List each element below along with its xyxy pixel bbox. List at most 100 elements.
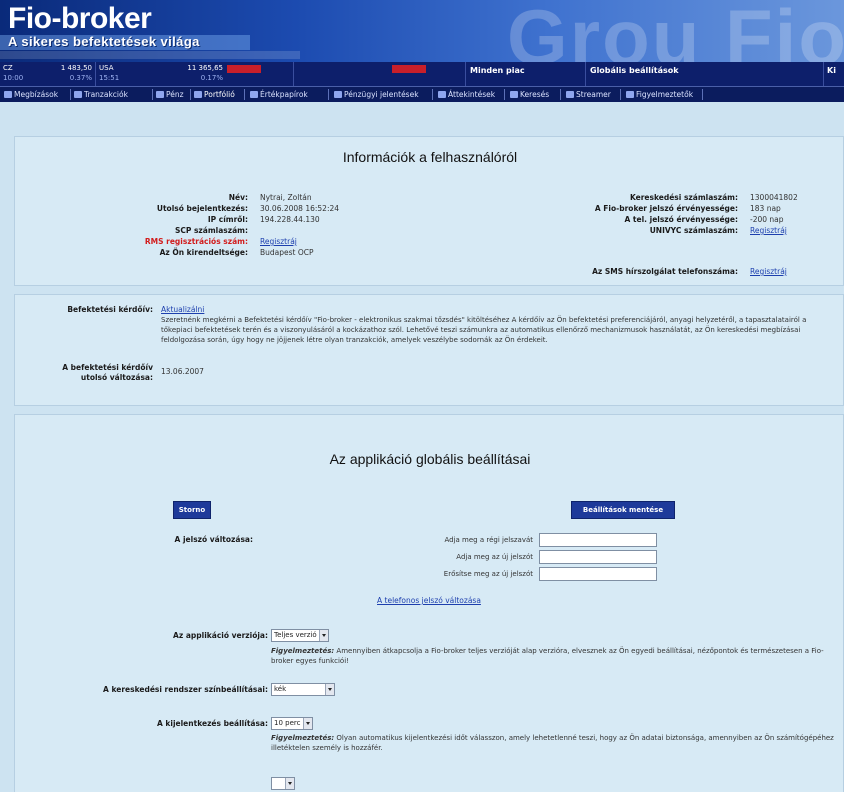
divider xyxy=(244,89,245,100)
old-password-label: Adja meg a régi jelszavát xyxy=(444,536,533,544)
reports-icon xyxy=(334,91,342,98)
password-validity-label: A Fio-broker jelszó érvényessége: xyxy=(594,204,738,213)
tab-label: Keresés xyxy=(520,90,550,99)
tab-portfolio[interactable]: Portfólió xyxy=(192,88,235,101)
ticker-bar: CZ 10:00 1 483,50 0.37% USA 15:51 11 365… xyxy=(0,62,844,86)
slogan: A sikeres befektetések világa xyxy=(8,34,200,49)
ticker-usa-time: 15:51 xyxy=(99,74,120,82)
confirm-password-input[interactable] xyxy=(539,567,657,581)
questionnaire-label: Befektetési kérdőív: xyxy=(67,305,153,314)
branch-value: Budapest OCP xyxy=(260,248,314,257)
chevron-down-icon xyxy=(303,718,312,729)
univyc-register-link[interactable]: Regisztráj xyxy=(750,226,787,235)
orders-icon xyxy=(4,91,12,98)
ticker-usa[interactable]: USA 15:51 11 365,65 0.17% xyxy=(96,62,294,86)
old-password-input[interactable] xyxy=(539,533,657,547)
questionnaire-last-change-value: 13.06.2007 xyxy=(161,367,204,376)
rms-register-link[interactable]: Regisztráj xyxy=(260,237,297,246)
banner-watermark: Grou Fio xyxy=(507,0,844,62)
overview-icon xyxy=(438,91,446,98)
questionnaire-last-change-label-2: utolsó változása: xyxy=(80,373,153,382)
divider xyxy=(560,89,561,100)
divider xyxy=(152,89,153,100)
questionnaire-update-link[interactable]: Aktualizálni xyxy=(161,305,204,314)
portfolio-icon xyxy=(194,91,202,98)
ip-label: IP címről: xyxy=(207,215,248,224)
partial-select[interactable] xyxy=(271,777,295,790)
market-selector[interactable]: Minden piac xyxy=(466,62,586,86)
logo[interactable]: Fio-broker xyxy=(8,2,152,36)
password-change-label: A jelszó változása: xyxy=(174,535,253,544)
divider xyxy=(190,89,191,100)
ticker-red-indicator-2 xyxy=(392,65,426,73)
chevron-down-icon xyxy=(325,684,334,695)
last-login-value: 30.06.2008 16:52:24 xyxy=(260,204,340,213)
tab-search[interactable]: Keresés xyxy=(508,88,549,101)
divider xyxy=(432,89,433,100)
global-settings-panel: Az applikáció globális beállításai Storn… xyxy=(14,414,844,792)
user-info-title: Információk a felhasználóról xyxy=(342,149,518,165)
ticker-cz-value: 1 483,50 xyxy=(60,64,92,72)
tab-securities[interactable]: Értékpapírok xyxy=(248,88,308,101)
tab-transactions[interactable]: Tranzakciók xyxy=(72,88,128,101)
securities-icon xyxy=(250,91,258,98)
tab-orders[interactable]: Megbízások xyxy=(2,88,58,101)
global-settings-link[interactable]: Globális beállítások xyxy=(586,62,824,86)
last-login-label: Utolsó bejelentkezés: xyxy=(156,204,248,213)
storno-button[interactable]: Storno xyxy=(173,501,211,519)
color-settings-select[interactable]: kék xyxy=(271,683,335,696)
tab-overviews[interactable]: Áttekintések xyxy=(436,88,495,101)
new-password-label: Adja meg az új jelszót xyxy=(456,553,533,561)
confirm-password-label: Erősítse meg az új jelszót xyxy=(443,570,533,578)
tel-password-validity-value: -200 nap xyxy=(750,215,784,224)
content-area: Információk a felhasználóról Név: Nytrai… xyxy=(0,102,844,792)
sms-register-link[interactable]: Regisztráj xyxy=(750,267,787,276)
version-warning-text: Amennyiben átkapcsolja a Fio-broker telj… xyxy=(271,647,824,665)
password-validity-value: 183 nap xyxy=(750,204,781,213)
divider xyxy=(702,89,703,100)
streamer-icon xyxy=(566,91,574,98)
tab-label: Pénz xyxy=(166,90,184,99)
questionnaire-panel: Befektetési kérdőív: Aktualizálni Szeret… xyxy=(14,294,844,406)
ip-value: 194.228.44.130 xyxy=(260,215,320,224)
tab-label: Értékpapírok xyxy=(260,90,308,99)
color-settings-value: kék xyxy=(274,685,287,693)
divider xyxy=(328,89,329,100)
logout-link[interactable]: Ki xyxy=(824,62,844,86)
search-icon xyxy=(510,91,518,98)
tab-money[interactable]: Pénz xyxy=(154,88,184,101)
tab-label: Tranzakciók xyxy=(84,90,128,99)
divider xyxy=(620,89,621,100)
app-version-label: Az applikáció verziója: xyxy=(173,631,268,640)
ticker-usa-label: USA xyxy=(99,64,114,72)
univyc-label: UNIVYC számlaszám: xyxy=(649,226,738,235)
ticker-cz-time: 10:00 xyxy=(3,74,24,82)
name-value: Nytrai, Zoltán xyxy=(260,193,312,202)
ticker-cz[interactable]: CZ 10:00 1 483,50 0.37% xyxy=(0,62,96,86)
new-password-input[interactable] xyxy=(539,550,657,564)
save-settings-button[interactable]: Beállítások mentése xyxy=(571,501,675,519)
tab-label: Portfólió xyxy=(204,90,235,99)
ticker-cz-change: 0.37% xyxy=(69,74,92,82)
tab-streamer[interactable]: Streamer xyxy=(564,88,611,101)
phone-password-change-link[interactable]: A telefonos jelszó változása xyxy=(377,596,481,605)
tab-financial-reports[interactable]: Pénzügyi jelentések xyxy=(332,88,419,101)
ticker-cz-label: CZ xyxy=(3,64,13,72)
app-version-value: Teljes verzió xyxy=(274,631,317,639)
questionnaire-description: Szeretnénk megkérni a Befektetési kérdőí… xyxy=(161,316,807,344)
ticker-red-indicator xyxy=(227,65,261,73)
tab-label: Áttekintések xyxy=(448,90,496,99)
tab-label: Megbízások xyxy=(14,90,59,99)
ticker-usa-change: 0.17% xyxy=(200,74,223,82)
logout-label: Ki xyxy=(827,66,836,75)
logout-warning-text: Olyan automatikus kijelentkezési időt vá… xyxy=(271,734,834,752)
logout-settings-select[interactable]: 10 perc xyxy=(271,717,313,730)
branch-label: Az Ön kirendeltsége: xyxy=(159,248,248,257)
sms-phone-label: Az SMS hírszolgálat telefonszáma: xyxy=(592,267,738,276)
tel-password-validity-label: A tel. jelszó érvényessége: xyxy=(624,215,739,224)
tab-alerts[interactable]: Figyelmeztetők xyxy=(624,88,693,101)
chevron-down-icon xyxy=(319,630,328,641)
logout-warning: Figyelmeztetés: Olyan automatikus kijele… xyxy=(271,733,841,753)
market-label: Minden piac xyxy=(470,66,525,75)
app-version-select[interactable]: Teljes verzió xyxy=(271,629,329,642)
